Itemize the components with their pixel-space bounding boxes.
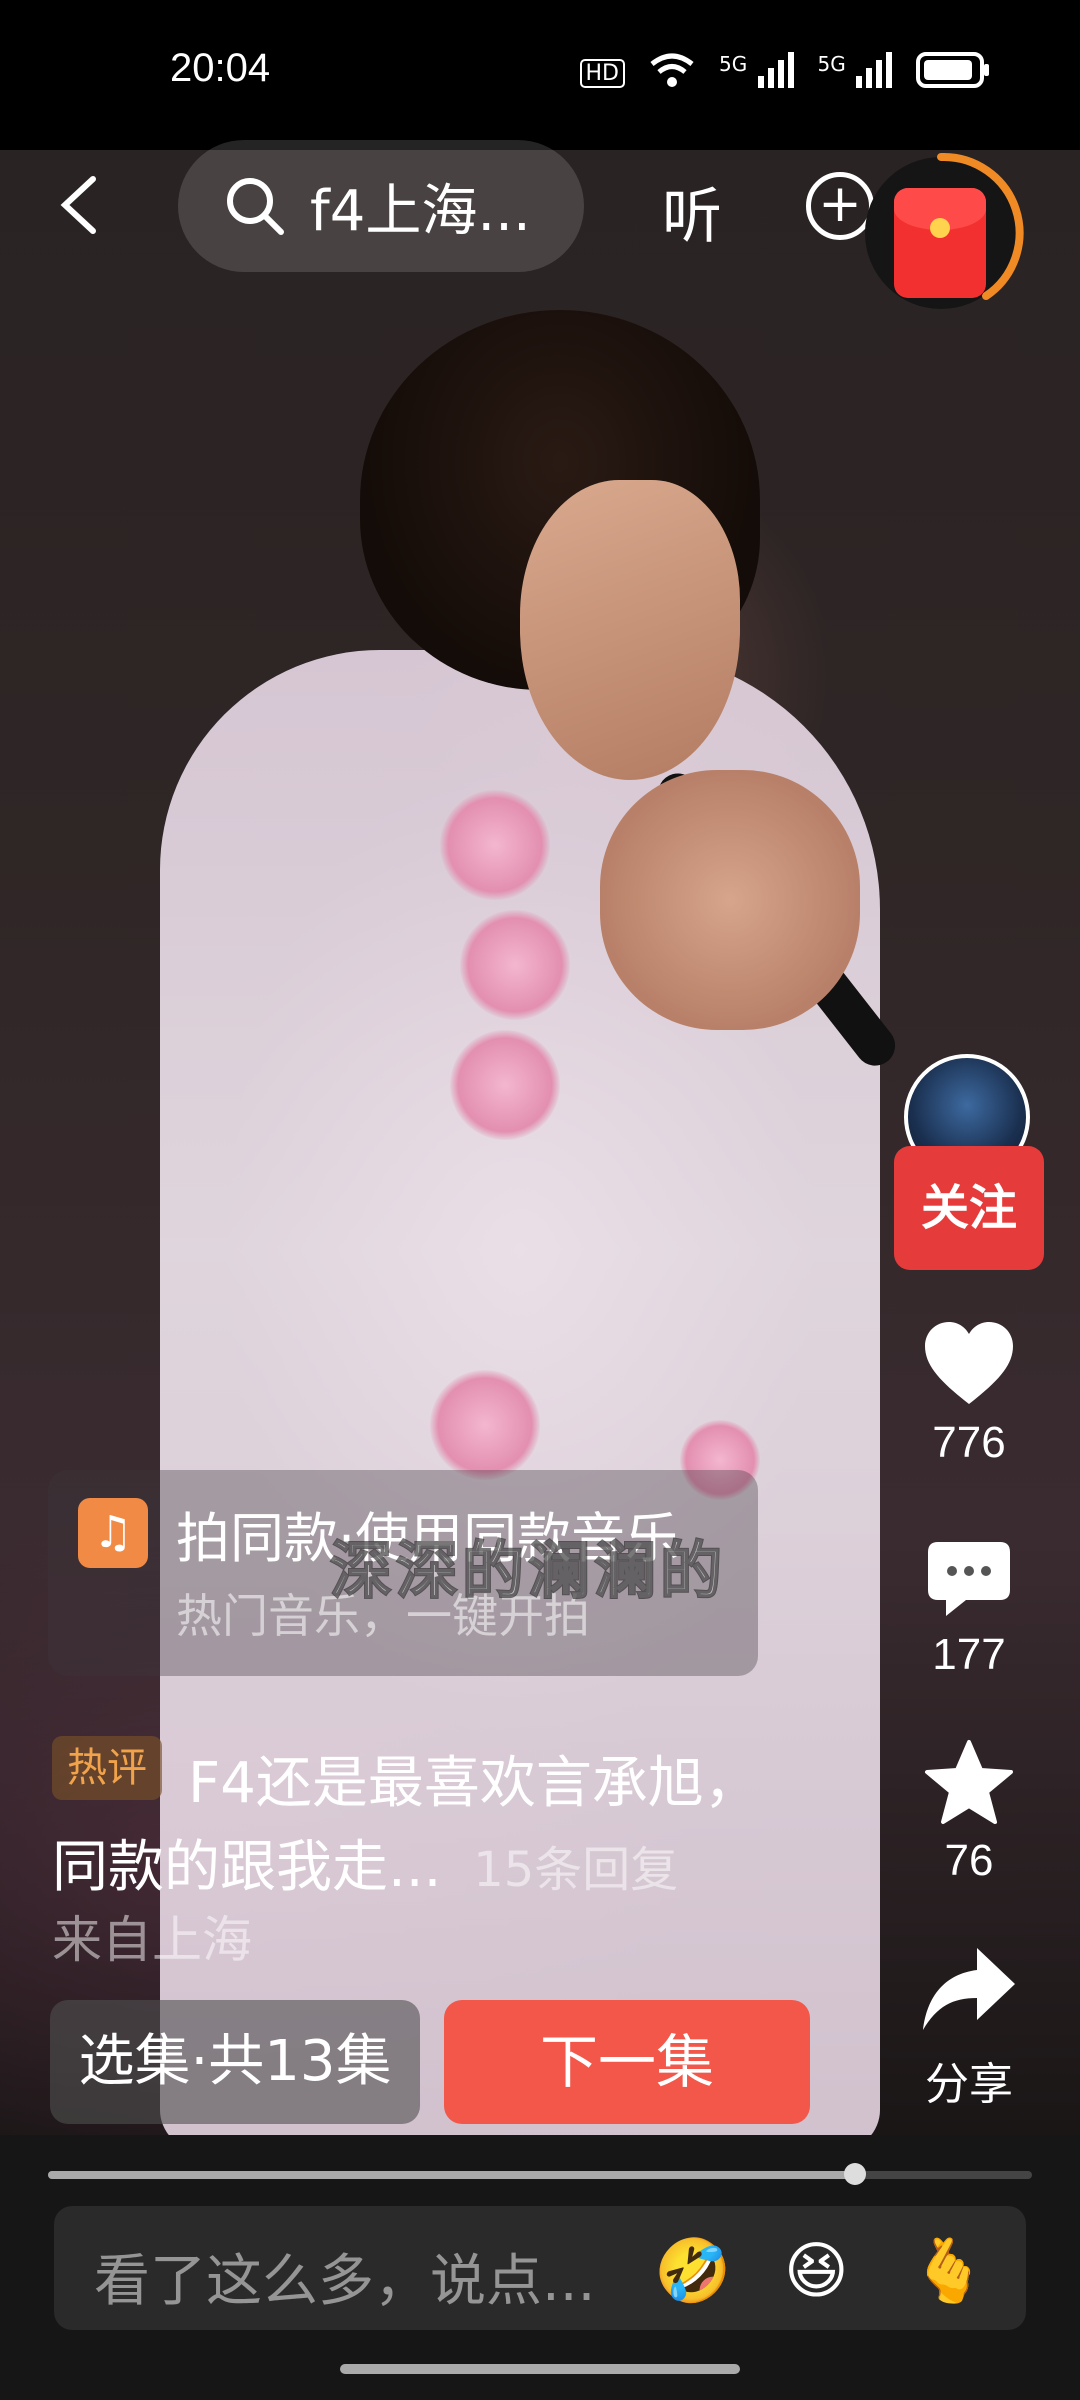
coat-flower [430, 1370, 540, 1480]
comment-input[interactable]: 看了这么多，说点... 🤣 😆 🫰 [54, 2206, 1026, 2330]
comment-icon [928, 1542, 1010, 1616]
hd-icon: HD [579, 59, 625, 88]
red-packet-button[interactable] [856, 148, 1026, 318]
performer-hands [600, 770, 860, 1030]
next-episode-button[interactable]: 下一集 [444, 2000, 810, 2124]
progress-knob[interactable] [843, 2163, 866, 2185]
battery-icon [916, 52, 990, 95]
coat-flower [450, 1030, 560, 1140]
status-icons: HD 5G 5G [579, 50, 990, 97]
follow-button[interactable]: 关注 [894, 1146, 1044, 1270]
reply-count[interactable]: 15条回复 [473, 1842, 678, 1898]
signal-icon-1: 5G [719, 52, 796, 95]
episode-select-button[interactable]: 选集·共13集 [50, 2000, 420, 2124]
wifi-icon [647, 50, 697, 97]
music-note-icon: ♫ [78, 1498, 148, 1568]
comment-placeholder: 看了这么多，说点... [94, 2249, 596, 2314]
clock: 20:04 [170, 46, 271, 90]
heart-icon [925, 1322, 1013, 1404]
finger-heart-emoji-icon[interactable]: 🫰 [910, 2234, 987, 2308]
progress-bar[interactable] [48, 2163, 1032, 2185]
search-icon [227, 178, 284, 235]
hot-comment-badge: 热评 [52, 1736, 162, 1800]
hot-comment-text-2[interactable]: 同款的跟我走... 15条回复 [52, 1822, 678, 1903]
lyric-subtitle: 深深的澜澜的 [329, 1533, 727, 1608]
comment-button[interactable]: 177 [894, 1540, 1044, 1680]
performer-face [520, 480, 740, 780]
signal-icon-2: 5G [818, 52, 895, 95]
like-count: 776 [932, 1418, 1006, 1467]
status-bar: 20:04 HD 5G 5G [0, 0, 1080, 150]
grin-emoji-icon[interactable]: 😆 [784, 2234, 849, 2307]
like-button[interactable]: 776 [894, 1320, 1044, 1468]
share-arrow-icon [923, 1948, 1015, 2030]
red-packet-seal [930, 218, 950, 238]
comment-count: 177 [932, 1630, 1006, 1679]
comment-location: 来自上海 [52, 1911, 252, 1969]
favorite-button[interactable]: 76 [894, 1738, 1044, 1886]
hot-comment-text[interactable]: F4还是最喜欢言承旭， [188, 1738, 760, 1819]
progress-fill [48, 2171, 855, 2179]
rofl-emoji-icon[interactable]: 🤣 [654, 2234, 731, 2308]
hot-comment-line2: 同款的跟我走... [52, 1835, 442, 1900]
search-bar[interactable]: f4上海... [178, 140, 584, 272]
listen-button[interactable]: 听 [662, 168, 722, 255]
share-label: 分享 [925, 2060, 1013, 2109]
coat-flower [440, 790, 550, 900]
red-packet-icon [894, 188, 986, 298]
search-query: f4上海... [310, 178, 531, 244]
share-button[interactable]: 分享 [894, 1944, 1044, 2112]
coat-flower [460, 910, 570, 1020]
favorite-count: 76 [944, 1836, 994, 1885]
back-button[interactable] [55, 175, 105, 235]
home-indicator[interactable] [340, 2364, 740, 2374]
star-icon [925, 1740, 1013, 1824]
chevron-left-icon [60, 176, 96, 234]
